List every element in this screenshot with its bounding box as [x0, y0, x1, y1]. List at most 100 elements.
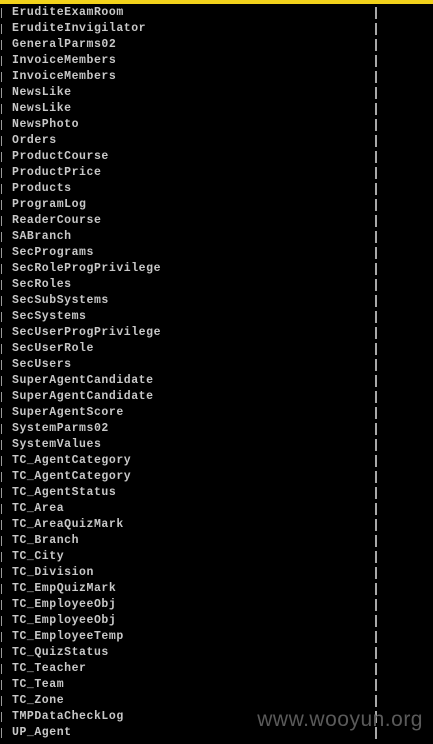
table-name-cell: TC_AgentCategory: [12, 454, 132, 467]
table-name-cell: SystemValues: [12, 438, 102, 451]
row-left-border: [1, 328, 2, 338]
row-left-border: [1, 504, 2, 514]
row-left-border: [1, 472, 2, 482]
table-name-cell: UP_Agent: [12, 726, 72, 739]
row-left-border: [1, 424, 2, 434]
table-row: SecPrograms: [0, 245, 433, 261]
row-right-border: [375, 199, 377, 211]
table-row: SecUserRole: [0, 341, 433, 357]
table-name-cell: TMPDataCheckLog: [12, 710, 124, 723]
table-row: SuperAgentScore: [0, 405, 433, 421]
row-right-border: [375, 647, 377, 659]
table-row: TC_Zone: [0, 693, 433, 709]
row-left-border: [1, 648, 2, 658]
table-name-cell: SystemParms02: [12, 422, 109, 435]
row-left-border: [1, 680, 2, 690]
table-name-cell: InvoiceMembers: [12, 54, 117, 67]
table-row: SABranch: [0, 229, 433, 245]
row-left-border: [1, 712, 2, 722]
row-right-border: [375, 471, 377, 483]
table-name-cell: SecPrograms: [12, 246, 94, 259]
table-row: TC_Division: [0, 565, 433, 581]
table-row: TC_QuizStatus: [0, 645, 433, 661]
table-row: TC_Teacher: [0, 661, 433, 677]
row-right-border: [375, 615, 377, 627]
row-left-border: [1, 264, 2, 274]
table-row: SecUsers: [0, 357, 433, 373]
table-name-cell: InvoiceMembers: [12, 70, 117, 83]
row-right-border: [375, 7, 377, 19]
table-name-cell: TC_Team: [12, 678, 65, 691]
table-name-cell: TC_AgentCategory: [12, 470, 132, 483]
row-right-border: [375, 439, 377, 451]
row-right-border: [375, 215, 377, 227]
table-name-cell: Products: [12, 182, 72, 195]
table-name-cell: TC_QuizStatus: [12, 646, 109, 659]
row-left-border: [1, 600, 2, 610]
table-name-cell: TC_Division: [12, 566, 94, 579]
row-left-border: [1, 248, 2, 258]
row-right-border: [375, 583, 377, 595]
table-name-cell: SecSystems: [12, 310, 87, 323]
table-row: TC_EmployeeObj: [0, 597, 433, 613]
console-window: EruditeExamRoom EruditeInvigilator General…: [0, 0, 433, 744]
row-right-border: [375, 375, 377, 387]
row-left-border: [1, 56, 2, 66]
table-name-cell: ReaderCourse: [12, 214, 102, 227]
row-right-border: [375, 103, 377, 115]
table-row: SecSystems: [0, 309, 433, 325]
row-left-border: [1, 8, 2, 18]
row-left-border: [1, 152, 2, 162]
table-name-cell: SecRoleProgPrivilege: [12, 262, 162, 275]
row-left-border: [1, 120, 2, 130]
table-name-cell: Orders: [12, 134, 57, 147]
row-right-border: [375, 23, 377, 35]
table-name-cell: TC_Branch: [12, 534, 80, 547]
row-left-border: [1, 296, 2, 306]
row-right-border: [375, 663, 377, 675]
table-row: NewsLike: [0, 101, 433, 117]
row-right-border: [375, 407, 377, 419]
table-row: EruditeInvigilator: [0, 21, 433, 37]
row-left-border: [1, 168, 2, 178]
row-left-border: [1, 376, 2, 386]
table-name-cell: TC_Zone: [12, 694, 65, 707]
table-name-cell: NewsLike: [12, 102, 72, 115]
table-row: TC_Area: [0, 501, 433, 517]
table-name-cell: SecUsers: [12, 358, 72, 371]
row-right-border: [375, 135, 377, 147]
row-left-border: [1, 664, 2, 674]
row-left-border: [1, 136, 2, 146]
table-row: NewsLike: [0, 85, 433, 101]
row-right-border: [375, 295, 377, 307]
table-row: SystemValues: [0, 437, 433, 453]
table-name-cell: ProductCourse: [12, 150, 109, 163]
row-right-border: [375, 631, 377, 643]
row-right-border: [375, 551, 377, 563]
row-right-border: [375, 455, 377, 467]
table-name-cell: EruditeInvigilator: [12, 22, 147, 35]
row-left-border: [1, 456, 2, 466]
table-name-cell: NewsLike: [12, 86, 72, 99]
table-name-cell: TC_AgentStatus: [12, 486, 117, 499]
row-right-border: [375, 263, 377, 275]
row-left-border: [1, 360, 2, 370]
table-name-cell: NewsPhoto: [12, 118, 80, 131]
row-left-border: [1, 88, 2, 98]
table-name-cell: TC_EmployeeObj: [12, 598, 117, 611]
table-name-cell: TC_AreaQuizMark: [12, 518, 124, 531]
watermark: www.wooyun.org: [257, 708, 423, 731]
row-right-border: [375, 487, 377, 499]
row-right-border: [375, 423, 377, 435]
row-left-border: [1, 536, 2, 546]
table-row: TC_EmployeeTemp: [0, 629, 433, 645]
table-name-cell: SuperAgentCandidate: [12, 390, 154, 403]
row-left-border: [1, 616, 2, 626]
table-row: ProgramLog: [0, 197, 433, 213]
table-name-cell: SecUserProgPrivilege: [12, 326, 162, 339]
table-name-cell: ProductPrice: [12, 166, 102, 179]
table-name-cell: SecUserRole: [12, 342, 94, 355]
row-right-border: [375, 599, 377, 611]
row-right-border: [375, 695, 377, 707]
row-right-border: [375, 231, 377, 243]
